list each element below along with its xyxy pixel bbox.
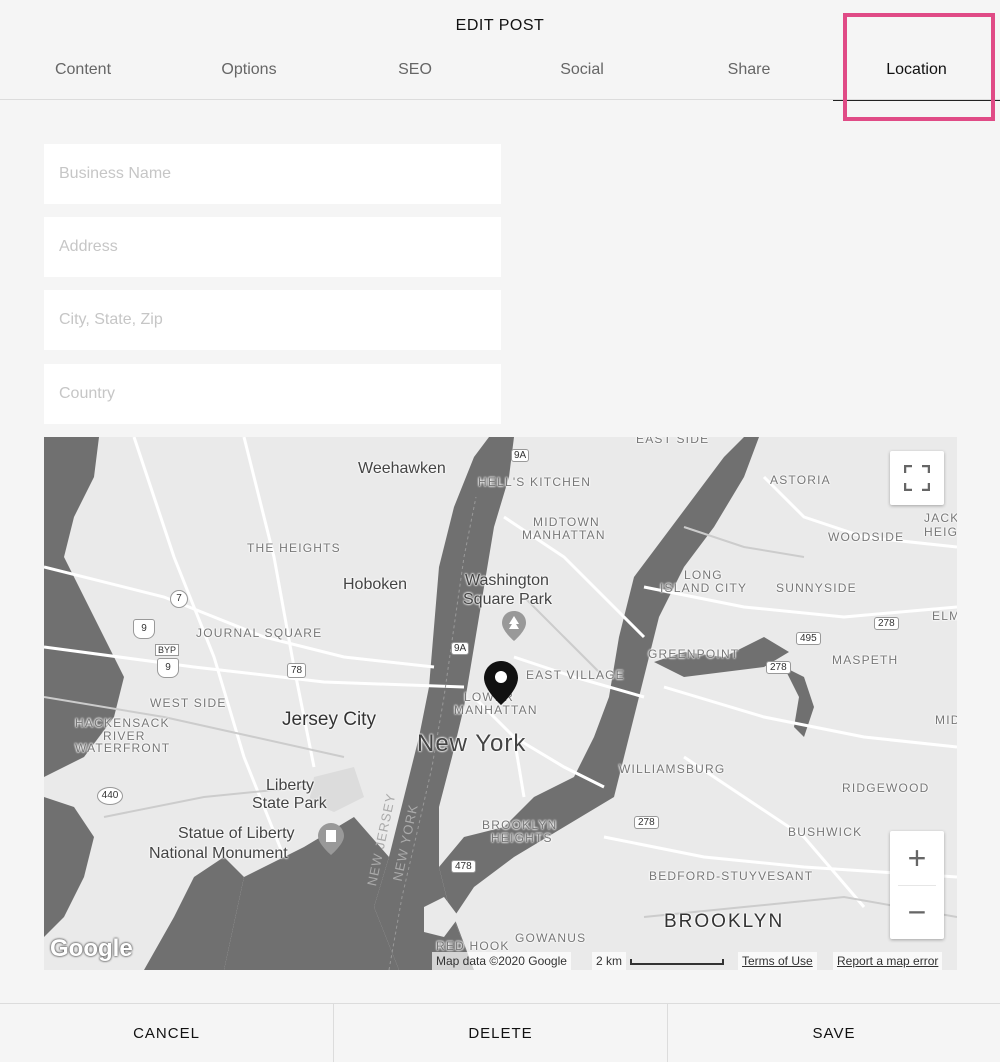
highway-shield-byp: BYP (155, 644, 180, 656)
map-label-midtown: MIDTOWN (533, 515, 600, 529)
map-label-greenpoint: GREENPOINT (648, 647, 740, 661)
delete-button[interactable]: DELETE (334, 1004, 667, 1062)
map-scale-label: 2 km (592, 952, 627, 970)
highway-shield-440: 440 (97, 787, 123, 805)
tab-location[interactable]: Location (833, 58, 1000, 101)
map-label-ridgewood: RIDGEWOOD (842, 781, 930, 795)
map-label-bedford-stuyvesant: BEDFORD-STUYVESANT (649, 869, 814, 883)
map-label-east-village: EAST VILLAGE (526, 668, 625, 682)
map-label-hells-kitchen: HELL'S KITCHEN (478, 475, 592, 489)
map-label-bushwick: BUSHWICK (788, 825, 863, 839)
map-attribution: Map data ©2020 Google (432, 952, 571, 970)
report-map-error-link[interactable]: Report a map error (833, 952, 943, 970)
tab-label: Share (727, 61, 771, 78)
map-label-williamsburg: WILLIAMSBURG (619, 762, 726, 776)
map-label-national-monument: National Monument (149, 845, 288, 862)
google-logo: Google (50, 935, 133, 962)
tab-seo[interactable]: SEO (355, 58, 475, 100)
map-label-gowanus: GOWANUS (515, 931, 587, 945)
address-field[interactable] (44, 217, 501, 277)
highway-shield-9b: 9 (157, 658, 179, 678)
tab-social[interactable]: Social (522, 58, 642, 100)
map-label-the-heights: THE HEIGHTS (247, 541, 341, 555)
map-label-island-city: ISLAND CITY (660, 581, 748, 595)
map-label-hoboken: Hoboken (343, 576, 408, 593)
map-label-new-york: New York (417, 730, 527, 757)
active-tab-underline (833, 100, 1000, 101)
map-label-weehawken: Weehawken (358, 460, 446, 477)
map-label-waterfront: WATERFRONT (75, 741, 171, 755)
dialog-footer: CANCEL DELETE SAVE (0, 1003, 1000, 1062)
zoom-out-button[interactable]: − (890, 885, 944, 939)
country-field[interactable] (44, 364, 501, 424)
zoom-controls: + − (890, 831, 944, 939)
save-button[interactable]: SAVE (668, 1004, 1000, 1062)
business-name-field[interactable] (44, 144, 501, 204)
highway-shield-78: 78 (287, 663, 307, 678)
location-marker-icon[interactable] (484, 661, 518, 705)
terms-of-use-text[interactable]: Terms of Use (742, 954, 813, 968)
map-label-astoria: ASTORIA (770, 473, 831, 487)
map-label-lower-manhattan: MANHATTAN (454, 703, 538, 717)
map-label-sunnyside: SUNNYSIDE (776, 581, 857, 595)
tab-bar: Content Options SEO Social Share Locatio… (0, 58, 1000, 101)
map-label-brooklyn-heights-2: HEIGHTS (491, 831, 553, 845)
report-map-error-text[interactable]: Report a map error (837, 954, 938, 968)
city-state-zip-field[interactable] (44, 290, 501, 350)
tab-label: Content (54, 61, 112, 78)
map-label-brooklyn-heights-1: BROOKLYN (482, 818, 558, 832)
map-label-washington: Washington (465, 572, 549, 589)
tab-share[interactable]: Share (689, 58, 809, 100)
tab-options[interactable]: Options (189, 58, 309, 100)
map-label-jersey-city: Jersey City (282, 709, 376, 730)
location-map[interactable]: EAST SIDE Weehawken HELL'S KITCHEN ASTOR… (44, 437, 957, 970)
map-label-woodside: WOODSIDE (828, 530, 905, 544)
map-label-manhattan: MANHATTAN (522, 528, 606, 542)
highway-shield-478: 478 (451, 860, 476, 873)
highway-shield-278-c: 278 (634, 816, 659, 829)
highway-shield-278-b: 278 (766, 661, 791, 674)
highway-shield-278-a: 278 (874, 617, 899, 630)
map-label-journal-square: JOURNAL SQUARE (196, 626, 323, 640)
map-label-hackensack: HACKENSACK (75, 716, 170, 730)
fullscreen-button[interactable] (890, 451, 944, 505)
highway-shield-7: 7 (170, 590, 188, 608)
map-label-statue-of-liberty: Statue of Liberty (178, 825, 295, 842)
map-label-square-park: Square Park (463, 591, 552, 608)
map-label-jackson-heights: JACK HEIG (924, 511, 957, 539)
highway-shield-9a-mid: 9A (451, 642, 470, 655)
highway-shield-495: 495 (796, 632, 821, 645)
map-label-east-side: EAST SIDE (636, 437, 710, 446)
map-label-red-hook: RED HOOK (436, 939, 510, 953)
highway-shield-9a: 9A (511, 449, 530, 462)
zoom-in-button[interactable]: + (890, 831, 944, 885)
fullscreen-icon (904, 465, 930, 491)
map-label-brooklyn: BROOKLYN (664, 911, 785, 932)
terms-of-use-link[interactable]: Terms of Use (738, 952, 817, 970)
map-label-elm: ELM (932, 609, 957, 623)
tab-label: SEO (398, 61, 432, 78)
tab-content[interactable]: Content (23, 58, 143, 100)
map-label-long: LONG (684, 568, 723, 582)
park-pin-icon (502, 611, 526, 641)
tab-label: Options (221, 61, 277, 78)
tab-label: Location (886, 61, 947, 78)
monument-pin-icon (318, 823, 344, 855)
map-label-maspeth: MASPETH (832, 653, 899, 667)
tab-label: Social (560, 61, 604, 78)
map-label-state-park: State Park (252, 795, 327, 812)
cancel-button[interactable]: CANCEL (0, 1004, 333, 1062)
map-label-west-side: WEST SIDE (150, 696, 227, 710)
map-scale-bar (630, 959, 724, 965)
highway-shield-9: 9 (133, 619, 155, 639)
dialog-title: EDIT POST (455, 17, 545, 34)
map-label-liberty: Liberty (266, 777, 315, 794)
map-label-mid: MID (935, 713, 957, 727)
